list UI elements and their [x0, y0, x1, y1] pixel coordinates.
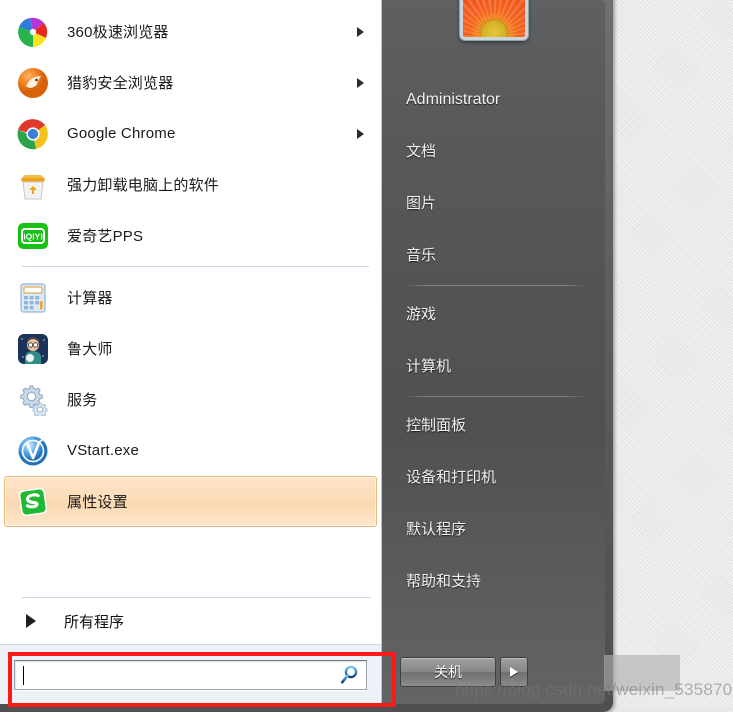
right-menu-separator	[406, 396, 585, 397]
search-box[interactable]	[14, 659, 367, 690]
360-browser-icon	[17, 16, 49, 48]
program-item-label: 计算器	[67, 290, 113, 307]
chevron-right-icon	[26, 614, 36, 628]
program-item[interactable]: iQIYI 爱奇艺PPS	[4, 210, 377, 261]
all-programs-button[interactable]: 所有程序	[0, 598, 381, 644]
program-item[interactable]: 360极速浏览器	[4, 6, 377, 57]
program-item[interactable]: 猎豹安全浏览器	[4, 57, 377, 108]
program-item[interactable]: 计算器	[4, 272, 377, 323]
uninstaller-icon	[17, 169, 49, 201]
program-item[interactable]: 属性设置	[4, 476, 377, 527]
program-list: 360极速浏览器 猎豹安全浏览器 Google Chrome 强力卸载电脑上的软…	[0, 0, 381, 597]
watermark-block	[604, 655, 680, 691]
iqiyi-pps-icon: iQIYI	[17, 220, 49, 252]
program-item-label: 强力卸载电脑上的软件	[67, 177, 220, 194]
right-menu-item[interactable]: 图片	[382, 178, 605, 230]
search-input[interactable]	[22, 660, 338, 689]
program-item-label: 服务	[67, 392, 98, 409]
shutdown-button[interactable]: 关机	[400, 657, 496, 687]
chevron-right-icon	[510, 667, 518, 677]
program-item-label: VStart.exe	[67, 442, 140, 459]
program-item[interactable]: VStart.exe	[4, 425, 377, 476]
search-area	[0, 644, 381, 704]
program-item[interactable]: Google Chrome	[4, 108, 377, 159]
right-menu-item[interactable]: 控制面板	[382, 400, 605, 452]
shutdown-label: 关机	[434, 664, 462, 680]
program-item[interactable]: 服务	[4, 374, 377, 425]
program-item[interactable]: 鲁大师	[4, 323, 377, 374]
start-menu-right-panel: Administrator 文档 图片 音乐游戏 计算机控制面板 设备和打印机 默认程序 帮助…	[382, 0, 605, 704]
right-menu-item[interactable]: 默认程序	[382, 504, 605, 556]
shutdown-row: 关机	[382, 648, 605, 704]
chrome-icon	[17, 118, 49, 150]
right-menu-item[interactable]: 音乐	[382, 230, 605, 282]
text-caret	[23, 665, 24, 685]
program-item-label: 属性设置	[67, 494, 128, 511]
submenu-arrow-icon[interactable]	[357, 77, 364, 88]
right-menu-item[interactable]: 计算机	[382, 341, 605, 393]
right-menu-item[interactable]: 设备和打印机	[382, 452, 605, 504]
right-menu-item[interactable]: 游戏	[382, 289, 605, 341]
program-item-label: Google Chrome	[67, 125, 176, 142]
shutdown-options-button[interactable]	[500, 657, 528, 687]
sogou-settings-icon	[17, 486, 49, 518]
calculator-icon	[17, 282, 49, 314]
all-programs-label: 所有程序	[64, 613, 125, 631]
right-menu-item[interactable]: 帮助和支持	[382, 556, 605, 608]
ludashi-icon	[17, 333, 49, 365]
avatar-container	[382, 0, 605, 52]
submenu-arrow-icon[interactable]	[357, 26, 364, 37]
right-menu-list: Administrator 文档 图片 音乐游戏 计算机控制面板 设备和打印机 默认程序 帮助…	[382, 52, 605, 648]
user-name-item[interactable]: Administrator	[382, 74, 605, 126]
search-magnifier-icon[interactable]	[338, 664, 360, 686]
start-menu-content: 360极速浏览器 猎豹安全浏览器 Google Chrome 强力卸载电脑上的软…	[0, 0, 605, 704]
program-item-label: 鲁大师	[67, 341, 113, 358]
submenu-arrow-icon[interactable]	[357, 128, 364, 139]
user-avatar-flower-icon[interactable]	[459, 0, 528, 40]
start-menu-left-panel: 360极速浏览器 猎豹安全浏览器 Google Chrome 强力卸载电脑上的软…	[0, 0, 382, 704]
vstart-icon	[17, 435, 49, 467]
program-list-separator	[22, 266, 369, 267]
cheetah-browser-icon	[17, 67, 49, 99]
program-item-label: 360极速浏览器	[67, 24, 169, 41]
services-gears-icon	[17, 384, 49, 416]
program-item-label: 猎豹安全浏览器	[67, 75, 174, 92]
svg-text:iQIYI: iQIYI	[23, 231, 42, 241]
start-menu-window: 360极速浏览器 猎豹安全浏览器 Google Chrome 强力卸载电脑上的软…	[0, 0, 613, 712]
program-item[interactable]: 强力卸载电脑上的软件	[4, 159, 377, 210]
right-menu-item[interactable]: 文档	[382, 126, 605, 178]
program-item-label: 爱奇艺PPS	[67, 228, 144, 245]
right-menu-separator	[406, 285, 585, 286]
